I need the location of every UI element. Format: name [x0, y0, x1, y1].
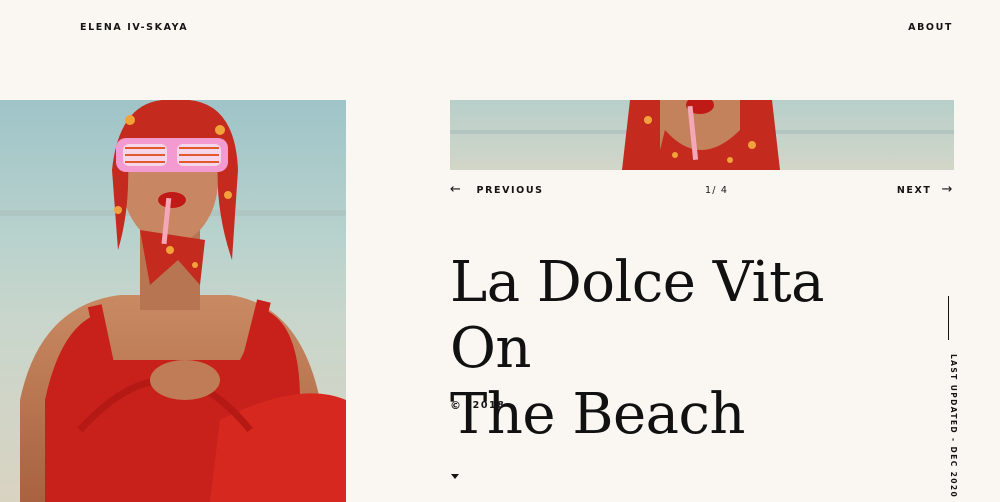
brand-logo[interactable]: ELENA IV-SKAYA: [80, 22, 188, 33]
slide-counter: 1/ 4: [705, 185, 729, 196]
about-link[interactable]: ABOUT: [908, 22, 953, 33]
year-label: 2018: [472, 400, 506, 411]
gallery-navigation: ← PREVIOUS 1/ 4 NEXT →: [450, 182, 954, 198]
page-title: La Dolce Vita On The Beach: [450, 250, 920, 448]
arrow-left-icon: ←: [450, 182, 463, 197]
copyright-year: © 2018: [450, 399, 505, 412]
caret-down-icon[interactable]: [451, 474, 459, 479]
last-updated-label: LAST UPDATED - DEC 2020: [949, 354, 958, 499]
arrow-right-icon: →: [941, 182, 954, 197]
previous-label: PREVIOUS: [476, 184, 544, 196]
page-title-line-2: The Beach: [450, 382, 745, 447]
hero-photo: [0, 100, 346, 502]
gallery-preview-photo: [450, 100, 954, 170]
next-label: NEXT: [896, 184, 932, 196]
page-title-line-1: La Dolce Vita On: [450, 250, 824, 381]
divider-line: [948, 296, 949, 340]
next-button[interactable]: NEXT →: [896, 182, 954, 197]
copyright-icon: ©: [450, 399, 463, 412]
previous-button[interactable]: ← PREVIOUS: [450, 182, 544, 197]
